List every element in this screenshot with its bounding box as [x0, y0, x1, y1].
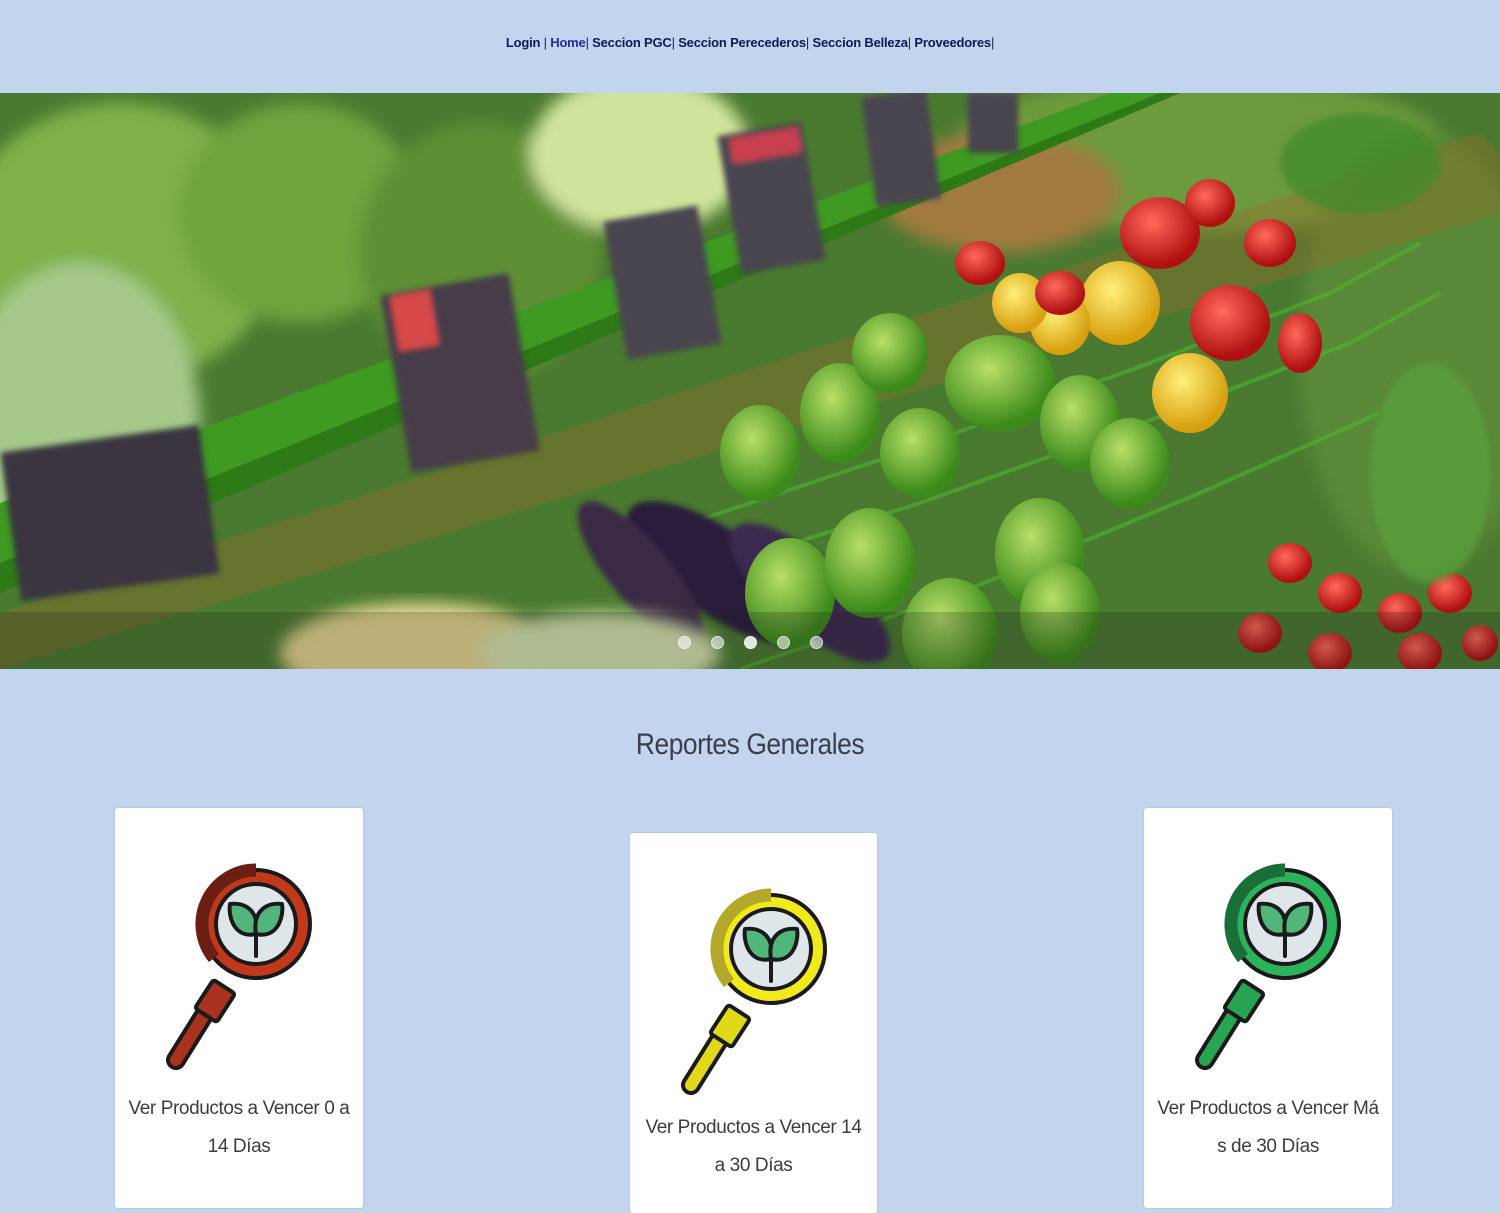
magnifier-plant-icon [166, 863, 312, 1070]
carousel-indicators [0, 636, 1500, 649]
carousel-dot-5[interactable] [809, 636, 823, 649]
nav-separator: | [990, 35, 995, 50]
report-card-label: Ver Productos a Vencer 14 a 30 Días [645, 1117, 862, 1176]
report-card-14-30-days[interactable]: Ver Productos a Vencer 14 a 30 Días [630, 833, 877, 1213]
nav-seccion-perecederos-link[interactable]: Seccion Perecederos [678, 35, 806, 50]
carousel-dot-2[interactable] [710, 636, 724, 649]
top-navigation: Login | Home| Seccion PGC| Seccion Perec… [0, 0, 1500, 93]
nav-seccion-belleza-link[interactable]: Seccion Belleza [813, 35, 908, 50]
magnifier-plant-icon [680, 888, 827, 1095]
magnifier-plant-icon [1195, 863, 1341, 1070]
report-card-mas-30-days[interactable]: Ver Productos a Vencer Más de 30 Días [1144, 808, 1392, 1208]
report-card-0-14-days[interactable]: Ver Productos a Vencer 0 a 14 Días [115, 808, 363, 1208]
report-card-label: Ver Productos a Vencer 0 a 14 Días [128, 1098, 350, 1157]
nav-home-link[interactable]: Home [550, 35, 586, 50]
nav-seccion-pgc-link[interactable]: Seccion PGC [592, 35, 672, 50]
carousel-dot-3[interactable] [743, 636, 757, 649]
hero-carousel[interactable] [0, 93, 1500, 669]
nav-separator: | [540, 35, 551, 50]
nav-separator: | [805, 35, 813, 50]
hero-image-vegetables [0, 93, 1500, 669]
carousel-dot-1[interactable] [677, 636, 691, 649]
carousel-dot-4[interactable] [776, 636, 790, 649]
section-title: Reportes Generales [635, 728, 865, 761]
nav-login-link[interactable]: Login [506, 35, 541, 50]
nav-links: Login | Home| Seccion PGC| Seccion Perec… [0, 35, 1500, 50]
nav-proveedores-link[interactable]: Proveedores [914, 35, 991, 50]
report-card-label: Ver Productos a Vencer Más de 30 Días [1157, 1098, 1379, 1157]
